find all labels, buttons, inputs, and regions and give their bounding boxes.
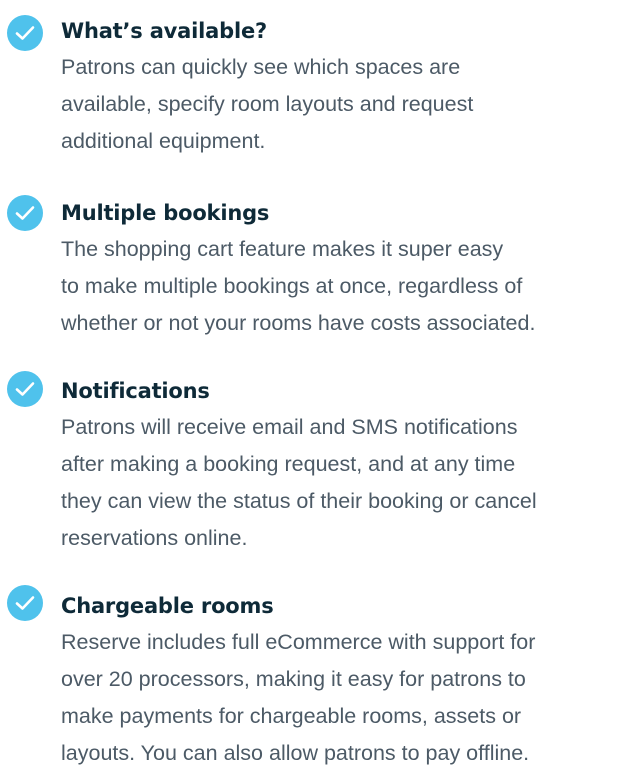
check-circle-icon [7, 585, 43, 621]
description-line: available, specify room layouts and requ… [61, 92, 474, 116]
description-line: Patrons will receive email and SMS notif… [61, 415, 518, 439]
description-line: they can view the status of their bookin… [61, 489, 537, 513]
description-line: Reserve includes full eCommerce with sup… [61, 630, 536, 654]
description-line: to make multiple bookings at once, regar… [61, 274, 523, 298]
feature-title: Notifications [61, 379, 210, 403]
description-line: reservations online. [61, 526, 248, 550]
feature-description: Patrons can quickly see which spaces are… [61, 49, 640, 160]
description-line: Patrons can quickly see which spaces are [61, 55, 461, 79]
description-line: The shopping cart feature makes it super… [61, 237, 504, 261]
feature-title: Chargeable rooms [61, 594, 274, 618]
description-line: whether or not your rooms have costs ass… [61, 311, 536, 335]
description-line: after making a booking request, and at a… [61, 452, 516, 476]
feature-description: The shopping cart feature makes it super… [61, 231, 640, 342]
description-line: layouts. You can also allow patrons to p… [61, 741, 530, 765]
check-circle-icon [7, 371, 43, 407]
feature-description: Patrons will receive email and SMS notif… [61, 409, 640, 557]
feature-title: Multiple bookings [61, 201, 270, 225]
check-circle-icon [7, 15, 43, 51]
feature-multiple-bookings: Multiple bookings The shopping cart feat… [0, 195, 640, 342]
description-line: over 20 processors, making it easy for p… [61, 667, 526, 691]
description-line: make payments for chargeable rooms, asse… [61, 704, 522, 728]
description-line: additional equipment. [61, 129, 266, 153]
feature-chargeable-rooms: Chargeable rooms Reserve includes full e… [0, 585, 640, 772]
check-circle-icon [7, 195, 43, 231]
feature-description: Reserve includes full eCommerce with sup… [61, 624, 640, 772]
feature-whats-available: What’s available? Patrons can quickly se… [0, 15, 640, 160]
feature-title: What’s available? [61, 19, 267, 43]
feature-notifications: Notifications Patrons will receive email… [0, 371, 640, 557]
